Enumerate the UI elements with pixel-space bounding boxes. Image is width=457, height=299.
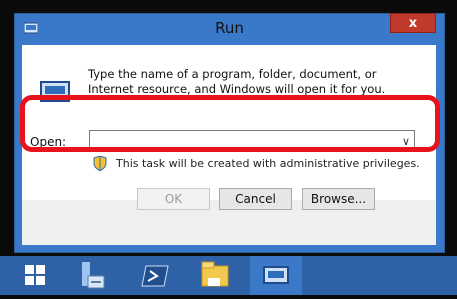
window-title: Run	[215, 19, 244, 37]
file-explorer-icon	[201, 261, 229, 287]
powershell-icon	[141, 265, 169, 287]
start-icon	[25, 265, 45, 285]
red-highlight-box	[20, 95, 440, 152]
server-manager-icon	[82, 262, 105, 289]
browse-button[interactable]: Browse...	[302, 188, 375, 210]
shield-icon	[93, 156, 107, 171]
admin-privileges-note: This task will be created with administr…	[116, 157, 420, 170]
taskbar	[0, 256, 457, 295]
start-button[interactable]	[8, 256, 60, 295]
description-text: Type the name of a program, folder, docu…	[88, 67, 386, 96]
close-button[interactable]: x	[390, 13, 436, 33]
cancel-button[interactable]: Cancel	[219, 188, 292, 210]
taskbar-file-explorer[interactable]	[190, 256, 242, 295]
taskbar-powershell[interactable]	[130, 256, 182, 295]
title-bar[interactable]: Run x	[14, 13, 445, 45]
run-icon	[263, 266, 289, 284]
taskbar-server-manager[interactable]	[70, 256, 122, 295]
taskbar-run[interactable]	[250, 256, 302, 295]
ok-button[interactable]: OK	[137, 188, 210, 210]
